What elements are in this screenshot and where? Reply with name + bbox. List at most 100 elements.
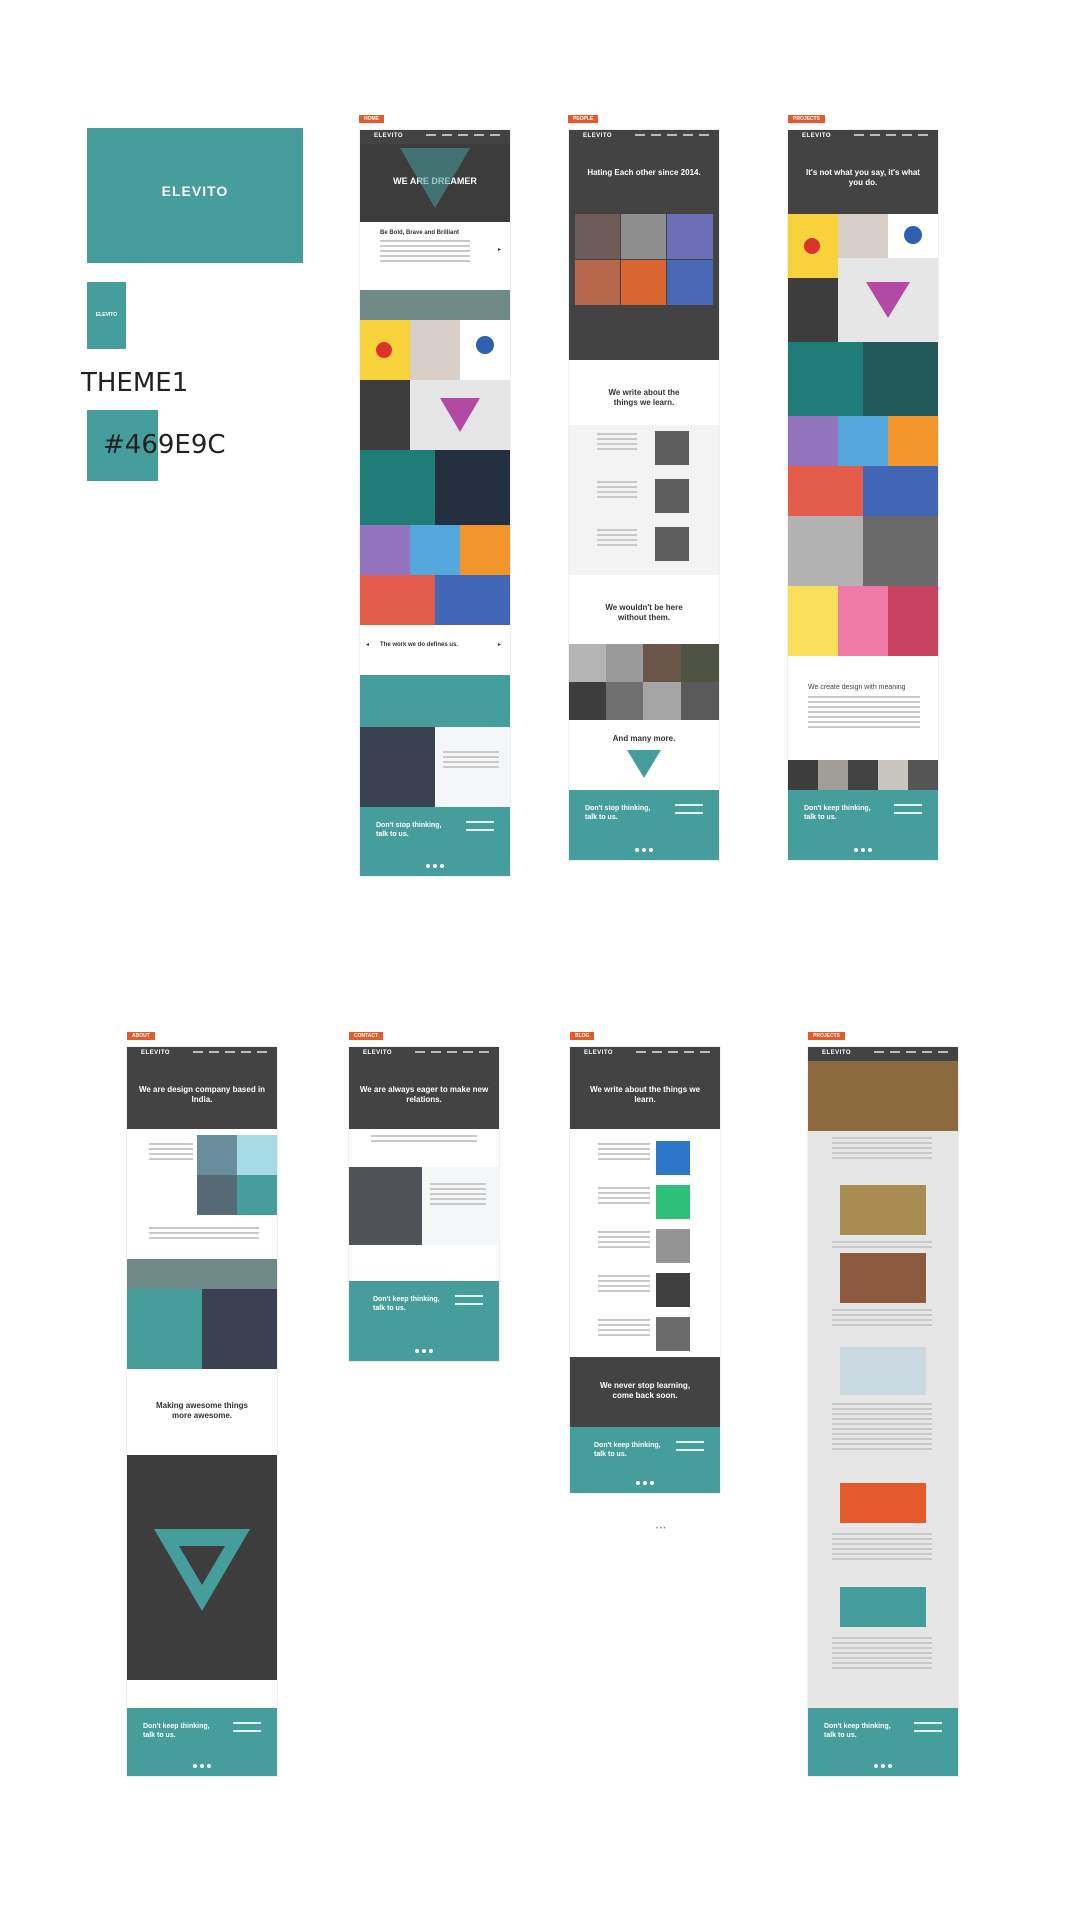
people-footer: Don't stop thinking, talk to us. (569, 790, 719, 860)
tile-red (360, 575, 435, 625)
contact-dark (360, 727, 435, 807)
logo-small-text: ELEVITO (95, 312, 118, 318)
contact-hero: We are always eager to make new relation… (349, 1061, 499, 1129)
home-hero: WE ARE DREAMER (360, 144, 510, 222)
article-page: ELEVITO Don't keep thinking, talk to us. (808, 1047, 958, 1776)
logo-small: ELEVITO (87, 282, 126, 349)
tile-blue (410, 525, 460, 575)
footer-title: Don't stop thinking, talk to us. (376, 822, 442, 838)
article-hero-image (808, 1061, 958, 1131)
intro-text (380, 240, 470, 265)
contact-photo (349, 1167, 422, 1245)
article-orange-block (840, 1483, 926, 1523)
contact-footer: Don't keep thinking, talk to us. (349, 1281, 499, 1361)
projects-header: ELEVITO (788, 130, 938, 144)
footer-title: Don't stop thinking, talk to us. (585, 805, 651, 821)
tile-phone (435, 450, 510, 525)
footer-title: Don't keep thinking, talk to us. (804, 805, 871, 821)
office-photo (360, 290, 510, 320)
theme-label: THEME1 (81, 368, 189, 398)
page-tag-home: HOME (359, 115, 384, 123)
person-photo (575, 214, 620, 259)
work-next[interactable]: ▸ (498, 641, 501, 648)
page-tag-people: PEOPLE (568, 115, 599, 123)
pagination-dots[interactable]: • • • (656, 1526, 666, 1532)
intro-arrow[interactable]: ▸ (498, 246, 501, 253)
blog-footer: Don't keep thinking, talk to us. (570, 1427, 720, 1493)
person-photo (667, 260, 713, 305)
footer-title: Don't keep thinking, talk to us. (594, 1442, 661, 1458)
awesome-title: Making awesome things more awesome. (155, 1401, 249, 1420)
write-title: We write about the things we learn. (608, 388, 680, 407)
home-header: ELEVITO (360, 130, 510, 144)
person-photo (575, 260, 620, 305)
people-header: ELEVITO (569, 130, 719, 144)
header-logo: ELEVITO (802, 133, 832, 139)
page-tag-about: ABOUT (127, 1032, 155, 1040)
about-hero: We are design company based in India. (127, 1061, 277, 1129)
tile-purple (360, 525, 410, 575)
services-band (360, 675, 510, 727)
article-footer: Don't keep thinking, talk to us. (808, 1708, 958, 1776)
more-title: And many more. (612, 734, 676, 743)
header-logo: ELEVITO (363, 1050, 393, 1056)
meaning-title: We create design with meaning (808, 684, 906, 691)
about-hero-title: We are design company based in India. (138, 1085, 266, 1104)
tile-navy (435, 575, 510, 625)
projects-footer: Don't keep thinking, talk to us. (788, 790, 938, 860)
work-title: The work we do defines us. (380, 642, 459, 648)
projects-hero: It's not what you say, it's what you do. (788, 144, 938, 214)
footer-title: Don't keep thinking, talk to us. (143, 1723, 210, 1739)
blog-page: ELEVITO We write about the things we lea… (570, 1047, 720, 1493)
tile-dark (360, 380, 410, 450)
contact-header: ELEVITO (349, 1047, 499, 1061)
footer-title: Don't keep thinking, talk to us. (373, 1296, 440, 1312)
tile-logo (460, 320, 510, 380)
triangle-panel (127, 1455, 277, 1680)
home-footer: Don't stop thinking, talk to us. (360, 807, 510, 876)
contact-page: ELEVITO We are always eager to make new … (349, 1047, 499, 1361)
person-photo (621, 260, 666, 305)
triangle-icon (627, 750, 661, 778)
never-stop-title: We never stop learning, come back soon. (599, 1381, 691, 1400)
tile-triangle (410, 380, 510, 450)
about-page: ELEVITO We are design company based in I… (127, 1047, 277, 1776)
header-logo: ELEVITO (141, 1050, 171, 1056)
footer-title: Don't keep thinking, talk to us. (824, 1723, 891, 1739)
contact-form (435, 727, 510, 807)
header-logo: ELEVITO (583, 133, 613, 139)
color-hex: #469E9C (103, 430, 226, 460)
contact-hero-title: We are always eager to make new relation… (359, 1085, 489, 1104)
blog-hero-title: We write about the things we learn. (589, 1085, 701, 1104)
about-footer: Don't keep thinking, talk to us. (127, 1708, 277, 1776)
header-logo: ELEVITO (822, 1050, 852, 1056)
projects-page: ELEVITO It's not what you say, it's what… (788, 130, 938, 860)
meaning-text (808, 696, 920, 731)
about-header: ELEVITO (127, 1047, 277, 1061)
logo-banner: ELEVITO (87, 128, 303, 263)
page-tag-blog: BLOG (570, 1032, 595, 1040)
page-tag-contact: CONTACT (349, 1032, 384, 1040)
tile-photo (410, 320, 460, 380)
page-tag-projects: PROJECTS (788, 115, 825, 123)
article-teal-block (840, 1587, 926, 1627)
people-hero-title: Hating Each other since 2014. (587, 168, 701, 177)
work-prev[interactable]: ◂ (366, 641, 369, 648)
page-tag-article: PROJECTS (808, 1032, 845, 1040)
triangle-icon (400, 148, 470, 208)
header-logo: ELEVITO (584, 1050, 614, 1056)
blog-header: ELEVITO (570, 1047, 720, 1061)
person-photo (621, 214, 666, 259)
logo-text: ELEVITO (161, 183, 229, 199)
projects-hero-title: It's not what you say, it's what you do. (806, 168, 920, 187)
blog-preview (569, 425, 719, 575)
intro-title: Be Bold, Brave and Brilliant (380, 230, 460, 236)
tile-teal (360, 450, 435, 525)
blog-never-stop: We never stop learning, come back soon. (570, 1357, 720, 1427)
tile-yellow (360, 320, 410, 380)
team-title: We wouldn't be here without them. (605, 603, 683, 622)
people-page: ELEVITO Hating Each other since 2014. We… (569, 130, 719, 860)
tile-orange (460, 525, 510, 575)
article-header: ELEVITO (808, 1047, 958, 1061)
contact-form (422, 1167, 499, 1245)
